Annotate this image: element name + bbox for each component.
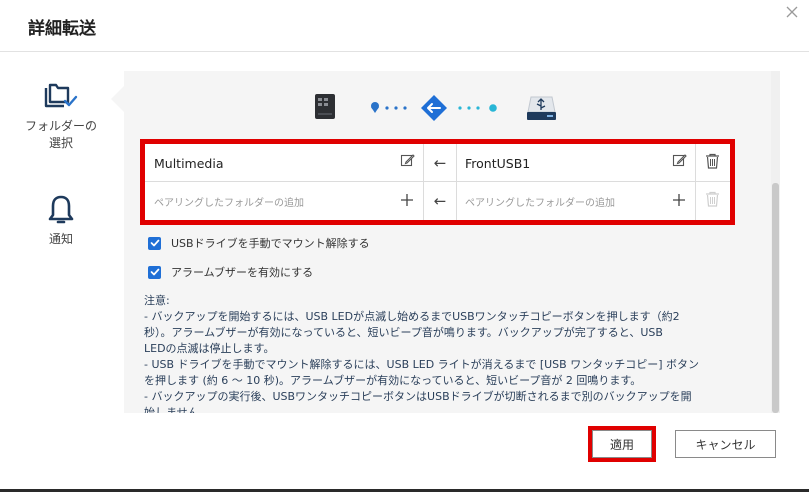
close-icon[interactable]	[785, 5, 799, 19]
active-item-pointer	[111, 86, 124, 112]
option-label: USBドライブを手動でマウント解除する	[171, 237, 370, 250]
panel-scrollbar[interactable]	[771, 71, 780, 413]
pairing-row: Multimedia ← FrontUSB1	[145, 144, 730, 182]
note-text: 注意: - バックアップを開始するには、USB LEDが点滅し始めるまでUSBワ…	[144, 293, 739, 413]
arrow-left-icon: ←	[433, 192, 447, 210]
edit-icon[interactable]	[672, 153, 687, 168]
note-line: を押します (約 6 ～ 10 秒)。アラームブザーが有効になっていると、短いビ…	[144, 374, 642, 387]
sidebar-item-notification[interactable]: 通知	[0, 193, 122, 248]
note-line: - バックアップを開始するには、USB LEDが点滅し始めるまでUSBワンタッチ…	[144, 310, 680, 323]
trash-icon-disabled	[706, 191, 719, 207]
checkbox-checked[interactable]	[148, 265, 161, 279]
plus-icon[interactable]	[672, 193, 686, 207]
plus-icon[interactable]	[400, 193, 414, 207]
note-line: 秒）。アラームブザーが有効になっていると、短いビープ音が鳴ります。バックアップが…	[144, 326, 663, 339]
sidebar-item-folder-select[interactable]: フォルダーの 選択	[0, 82, 122, 152]
trash-icon[interactable]	[705, 153, 720, 169]
apply-button[interactable]: 適用	[592, 430, 652, 458]
check-icon	[150, 239, 159, 247]
arrow-left-icon: ←	[433, 154, 447, 172]
option-unmount-usb[interactable]: USBドライブを手動でマウント解除する	[148, 235, 370, 251]
transfer-direction-icon	[421, 95, 447, 121]
add-source-folder[interactable]: ペアリングしたフォルダーの追加	[154, 182, 384, 220]
cancel-button[interactable]: キャンセル	[675, 430, 776, 458]
location-pin-icon	[371, 102, 379, 113]
edit-icon[interactable]	[400, 153, 415, 168]
add-destination-folder[interactable]: ペアリングしたフォルダーの追加	[465, 182, 665, 220]
transfer-arrow: ←	[424, 182, 456, 220]
add-folder-placeholder: ペアリングしたフォルダーの追加	[154, 197, 304, 209]
sidebar-item-label: フォルダーの	[24, 119, 97, 133]
note-line: - USB ドライブを手動でマウント解除するには、USB LED ライトが消える…	[144, 358, 699, 371]
source-folder-name: Multimedia	[154, 144, 384, 182]
settings-panel: Multimedia ← FrontUSB1 ペアリングしたフォルダーの追加 ←…	[124, 71, 780, 413]
add-folder-placeholder: ペアリングしたフォルダーの追加	[465, 197, 615, 209]
note-line: 注意:	[144, 294, 170, 307]
destination-folder-label: FrontUSB1	[465, 155, 531, 171]
bell-icon	[48, 195, 74, 224]
source-folder-label: Multimedia	[154, 155, 224, 171]
transfer-arrow: ←	[424, 144, 456, 182]
destination-folder-name: FrontUSB1	[465, 144, 665, 182]
note-line: LEDの点滅は停止します。	[144, 342, 275, 355]
scrollbar-thumb[interactable]	[772, 183, 779, 413]
pairing-row-add: ペアリングしたフォルダーの追加 ← ペアリングしたフォルダーの追加	[145, 182, 730, 220]
transfer-flow-diagram	[315, 94, 556, 121]
folder-pairing-table: Multimedia ← FrontUSB1 ペアリングしたフォルダーの追加 ←…	[140, 139, 735, 225]
note-line: 始しません。	[144, 406, 210, 413]
sidebar-item-label: 通知	[48, 232, 73, 246]
folder-check-icon	[44, 83, 78, 108]
check-icon	[150, 268, 159, 276]
usb-drive-icon	[527, 96, 556, 120]
dialog-title: 詳細転送	[28, 19, 96, 39]
sidebar-item-label-2: 選択	[48, 136, 73, 150]
checkbox-checked[interactable]	[148, 236, 161, 250]
nas-icon	[315, 94, 335, 119]
option-label: アラームブザーを有効にする	[171, 266, 314, 279]
note-line: - バックアップの実行後、USBワンタッチコピーボタンはUSBドライブが切断され…	[144, 390, 692, 403]
option-alarm-buzzer[interactable]: アラームブザーを有効にする	[148, 264, 313, 280]
dialog-titlebar: 詳細転送	[0, 0, 809, 52]
